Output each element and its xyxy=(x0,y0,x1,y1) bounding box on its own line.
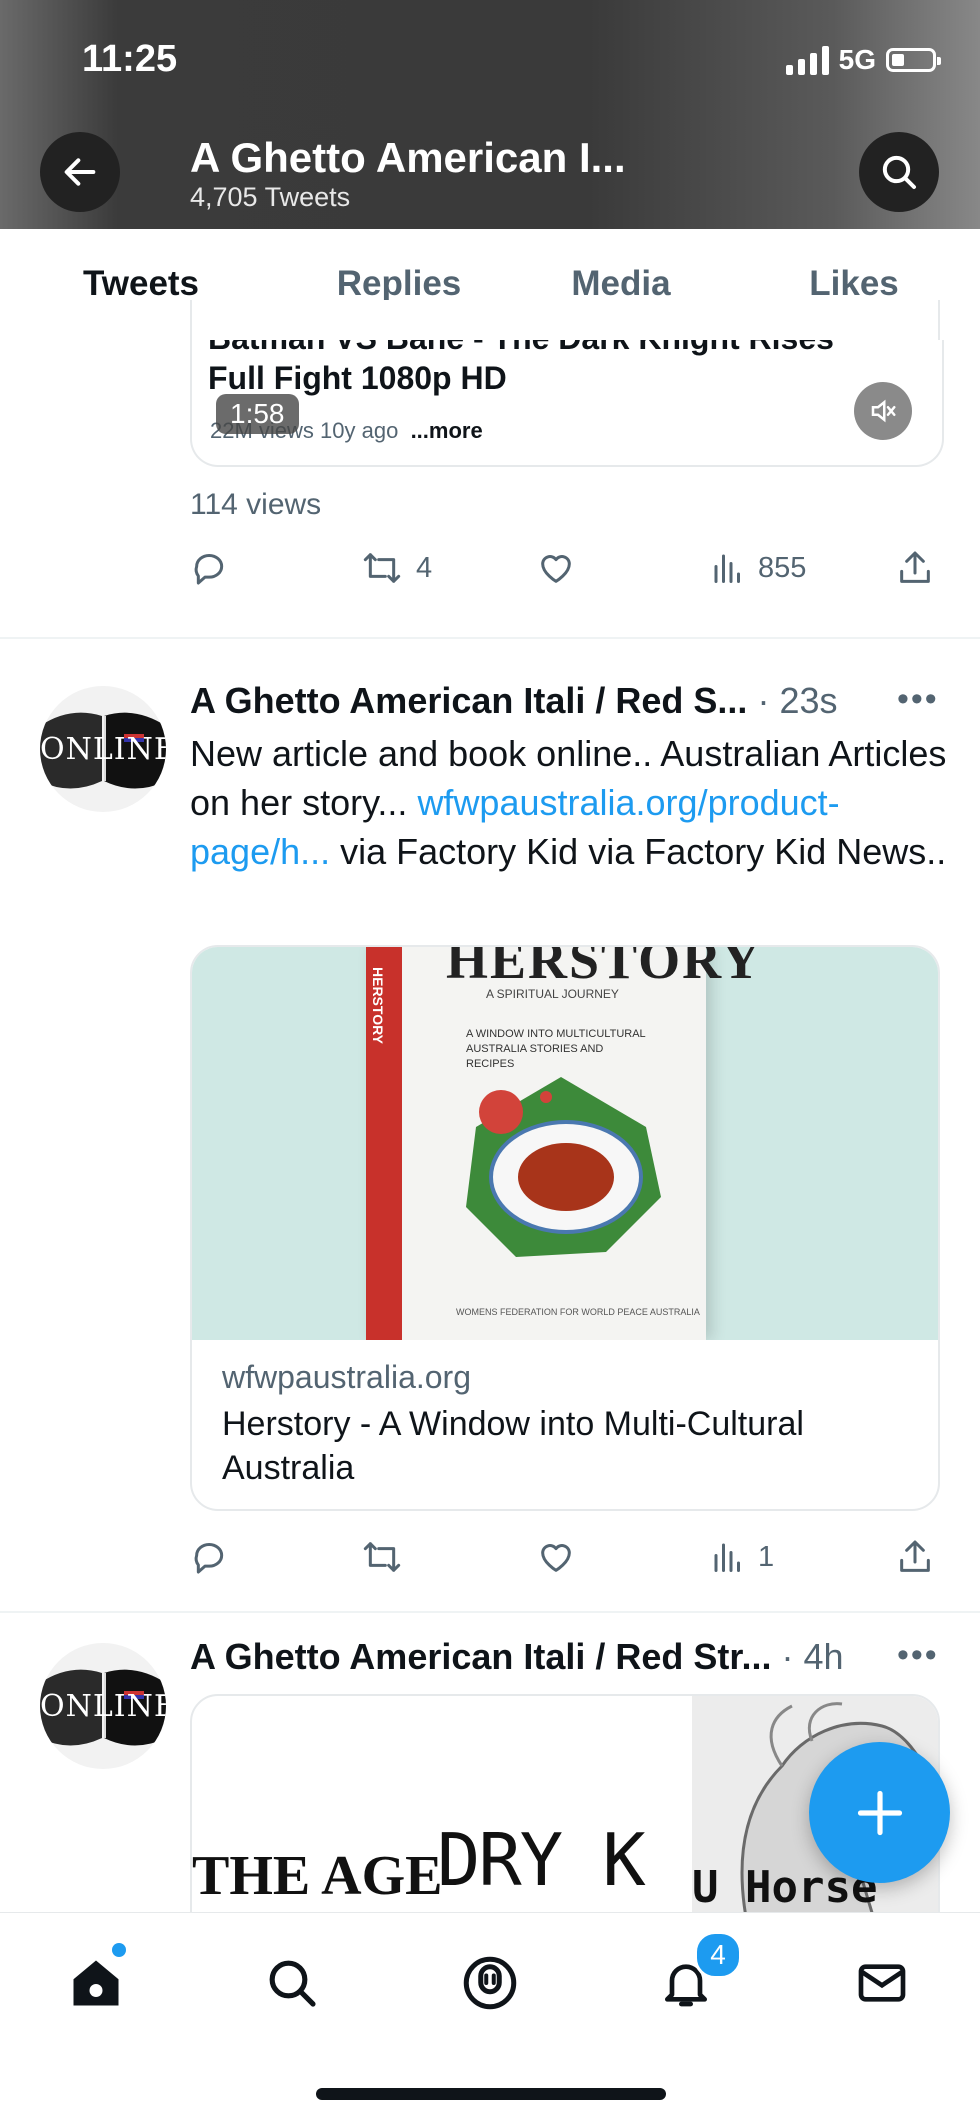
book-cover: HERSTORY HERSTORY A SPIRITUAL JOURNEY A … xyxy=(366,947,760,1340)
tweet-count: 4,705 Tweets xyxy=(190,182,351,212)
image-text-left: THE AGE xyxy=(192,1845,443,1907)
nav-spaces[interactable] xyxy=(450,1943,530,2023)
like-button[interactable] xyxy=(535,1527,577,1587)
search-icon xyxy=(269,1960,316,2007)
more-options-button[interactable]: ••• xyxy=(897,680,939,719)
tweet-header: A Ghetto American Itali / Red Str... · 4… xyxy=(190,1636,844,1678)
author-name[interactable]: A Ghetto American Itali / Red S... xyxy=(190,680,747,721)
profile-header: 11:25 5G A Ghetto American I... 4,705 Tw… xyxy=(0,0,980,229)
video-more-link[interactable]: ...more xyxy=(411,418,483,443)
status-time: 11:25 xyxy=(82,38,178,80)
tweet-actions: 4 855 xyxy=(190,538,942,598)
network-label: 5G xyxy=(838,44,876,75)
retweet-icon xyxy=(363,553,401,583)
video-card-edge xyxy=(190,300,940,340)
link-card-title: Herstory - A Window into Multi-Cultural … xyxy=(222,1405,804,1487)
profile-title: A Ghetto American I... xyxy=(190,134,626,181)
reply-icon xyxy=(194,554,224,585)
views-count: 114 views xyxy=(190,488,322,521)
nav-home[interactable] xyxy=(56,1943,136,2023)
book-tagline: A WINDOW INTO MULTICULTURAL AUSTRALIA ST… xyxy=(466,1028,646,1070)
avatar[interactable]: ONLINE xyxy=(40,1643,166,1769)
analytics-count: 1 xyxy=(758,1540,775,1573)
signal-icon xyxy=(785,45,829,75)
image-text-mid: DRY K xyxy=(437,1818,646,1902)
retweet-button[interactable]: 4 xyxy=(360,538,432,598)
tweet-time: · 23s xyxy=(757,680,838,721)
nav-messages[interactable] xyxy=(842,1943,922,2023)
retweet-button[interactable] xyxy=(360,1527,404,1587)
author-name[interactable]: A Ghetto American Itali / Red Str... xyxy=(190,1636,771,1677)
reply-icon xyxy=(194,1543,224,1574)
speaker-muted-icon xyxy=(871,399,896,423)
mail-icon xyxy=(858,1964,906,2002)
avatar-text: ONLINE xyxy=(40,1689,166,1724)
analytics-button[interactable]: 855 xyxy=(710,538,806,598)
search-icon xyxy=(882,155,916,189)
retweet-count: 4 xyxy=(416,551,433,584)
tweet-divider xyxy=(0,1611,980,1613)
reply-button[interactable] xyxy=(190,538,230,598)
link-card-domain: wfwpaustralia.org xyxy=(222,1359,471,1395)
arrow-left-icon xyxy=(64,158,96,186)
tweet-header: A Ghetto American Itali / Red S... · 23s xyxy=(190,680,838,722)
notifications-badge: 4 xyxy=(694,1931,742,1979)
home-icon xyxy=(73,1960,119,2006)
link-card-image: HERSTORY HERSTORY A SPIRITUAL JOURNEY A … xyxy=(192,947,938,1340)
nav-search[interactable] xyxy=(252,1943,332,2023)
reply-button[interactable] xyxy=(190,1527,230,1587)
status-icons: 5G xyxy=(785,44,941,76)
avatar-text: ONLINE xyxy=(40,732,166,767)
bar-chart-icon xyxy=(714,554,740,583)
share-button[interactable] xyxy=(895,538,935,598)
compose-button[interactable] xyxy=(809,1742,950,1883)
share-button[interactable] xyxy=(895,1527,935,1587)
book-subtitle: A SPIRITUAL JOURNEY xyxy=(486,987,619,1001)
plus-icon xyxy=(857,1790,902,1835)
tweet-divider xyxy=(0,637,980,639)
video-title-line2: Full Fight 1080p HD xyxy=(208,360,507,396)
tweet-text: New article and book online.. Australian… xyxy=(190,729,950,876)
tea-cup-illustration xyxy=(466,1077,661,1257)
analytics-count: 855 xyxy=(758,551,807,584)
book-spine-title: HERSTORY xyxy=(370,967,386,1045)
heart-icon xyxy=(541,555,571,583)
book-spine: HERSTORY xyxy=(366,947,402,1340)
link-card[interactable]: HERSTORY HERSTORY A SPIRITUAL JOURNEY A … xyxy=(190,945,940,1511)
tweet-body-end: via Factory Kid via Factory Kid News.. xyxy=(330,831,947,872)
search-button[interactable] xyxy=(859,132,939,212)
book-footer: WOMENS FEDERATION FOR WORLD PEACE AUSTRA… xyxy=(456,1307,700,1317)
heart-icon xyxy=(541,1544,571,1572)
spaces-icon xyxy=(463,1956,517,2010)
bar-chart-icon xyxy=(714,1543,740,1572)
home-indicator xyxy=(316,2088,666,2100)
book-title: HERSTORY xyxy=(446,947,763,990)
back-button[interactable] xyxy=(40,132,120,212)
battery-icon xyxy=(886,48,941,72)
analytics-button[interactable]: 1 xyxy=(710,1527,774,1587)
like-button[interactable] xyxy=(535,538,577,598)
tweet-time: · 4h xyxy=(781,1636,844,1677)
nav-notifications[interactable]: 4 xyxy=(646,1931,742,2023)
share-icon xyxy=(900,551,930,583)
retweet-icon xyxy=(363,1542,401,1572)
tweet-actions: 1 xyxy=(190,1527,942,1587)
avatar[interactable]: ONLINE xyxy=(40,686,166,812)
more-options-button[interactable]: ••• xyxy=(897,1636,939,1675)
video-duration-badge: 1:58 xyxy=(216,394,299,434)
share-icon xyxy=(900,1540,930,1572)
mute-button[interactable] xyxy=(854,382,912,440)
home-new-dot xyxy=(112,1943,126,1957)
